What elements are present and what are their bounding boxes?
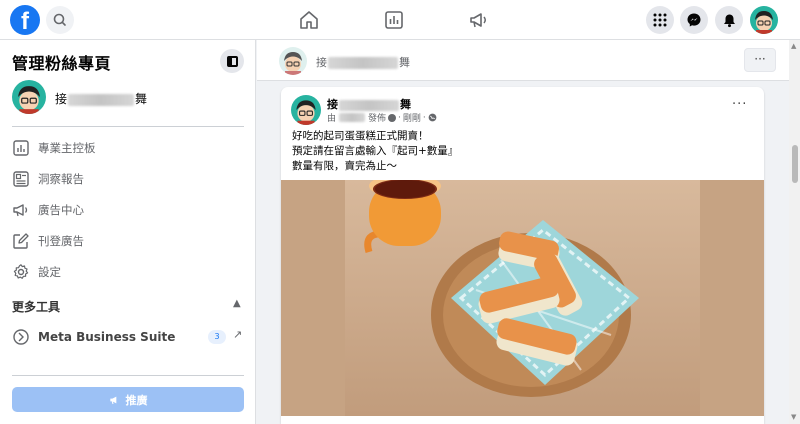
scrollbar-thumb[interactable]: [792, 145, 798, 183]
sidebar-item-meta-business-suite[interactable]: Meta Business Suite: [12, 327, 175, 347]
insights-icon: [13, 171, 29, 187]
sidebar-item-label: 廣告中心: [38, 203, 84, 217]
post-meta: 由 發佈 · 剛剛 ·: [327, 111, 437, 124]
post-text-line: 數量有限，賣完為止～: [292, 160, 397, 172]
home-icon[interactable]: [298, 9, 320, 31]
post-text-line: 預定請在留言處輸入『起司+數量』: [292, 145, 459, 157]
redacted-name: [339, 99, 399, 111]
cartoon-avatar-icon: [296, 100, 316, 125]
dashboard-icon: [13, 140, 29, 156]
sidebar-item-insights[interactable]: 洞察報告: [12, 169, 84, 189]
composer-more-button[interactable]: ···: [744, 48, 776, 72]
facebook-logo[interactable]: f: [10, 5, 40, 35]
sidebar-item-label: 專業主控板: [38, 141, 96, 155]
scroll-up-arrow-icon[interactable]: ▲: [791, 42, 796, 50]
post-author-avatar[interactable]: [291, 95, 321, 125]
megaphone-icon: [13, 204, 28, 217]
post-author-name[interactable]: 接舞: [327, 96, 411, 112]
sidebar-item-label: 刊登廣告: [38, 234, 84, 248]
post-options-button[interactable]: ···: [732, 97, 747, 112]
collapse-chevron-icon[interactable]: ▲: [233, 298, 241, 309]
promote-label: 推廣: [125, 393, 148, 407]
scroll-down-arrow-icon[interactable]: ▼: [791, 413, 796, 421]
name-prefix: 接: [316, 56, 327, 69]
sidebar-item-ad-center[interactable]: 廣告中心: [12, 200, 84, 220]
cartoon-avatar-icon: [755, 11, 773, 34]
manage-page-sidebar: 管理粉絲專頁 接舞 專業主控板 洞察報告 廣告中心 刊登廣告 設定 更多工具 ▲…: [0, 40, 256, 424]
collapse-sidebar-button[interactable]: [220, 49, 244, 73]
grid-menu-icon: [653, 13, 667, 27]
gear-icon: [13, 264, 29, 279]
cartoon-avatar-icon: [284, 52, 302, 75]
meta-separator: ·: [422, 112, 426, 123]
notifications-button[interactable]: [715, 6, 743, 34]
top-navigation-bar: f: [0, 0, 800, 40]
menu-button[interactable]: [646, 6, 674, 34]
post-photo[interactable]: [281, 180, 764, 416]
notification-count-badge: 3: [208, 330, 226, 344]
logo-letter: f: [21, 8, 29, 35]
sidebar-item-label: 洞察報告: [38, 172, 84, 186]
name-suffix: 舞: [400, 98, 411, 111]
meta-by: 由: [327, 114, 337, 124]
sidebar-item-settings[interactable]: 設定: [12, 262, 61, 282]
more-tools-heading: 更多工具: [12, 300, 61, 314]
external-link-icon[interactable]: ↗: [233, 328, 242, 341]
feed-post: 接舞 由 發佈 · 剛剛 · ··· 好吃的起司蛋蛋糕正式開賣！ 預定請在留言處…: [281, 87, 764, 424]
messenger-icon: [687, 13, 701, 27]
cartoon-avatar-icon: [18, 86, 40, 114]
redacted-publisher: [339, 113, 366, 122]
post-body: 好吃的起司蛋蛋糕正式開賣！ 預定請在留言處輸入『起司+數量』 數量有限，賣完為止…: [292, 129, 458, 174]
post-timestamp[interactable]: 剛剛: [403, 111, 421, 124]
promote-button[interactable]: 推廣: [12, 387, 244, 412]
sidebar-toggle-icon: [226, 55, 238, 67]
name-prefix: 接: [327, 98, 338, 111]
divider: [12, 375, 244, 376]
sidebar-title: 管理粉絲專頁: [12, 54, 112, 73]
tool-label: Meta Business Suite: [38, 330, 176, 344]
account-avatar[interactable]: [750, 6, 778, 34]
sidebar-item-professional-dashboard[interactable]: 專業主控板: [12, 138, 96, 158]
megaphone-icon: [109, 396, 116, 404]
post-text-line: 好吃的起司蛋蛋糕正式開賣！: [292, 130, 429, 142]
meta-separator: ·: [398, 112, 401, 123]
meta-published: 發佈: [368, 114, 387, 124]
composer-page-name[interactable]: 接舞: [316, 54, 410, 70]
messenger-button[interactable]: [680, 6, 708, 34]
page-name-prefix: 接: [55, 92, 68, 106]
globe-icon: [428, 113, 437, 122]
page-scrollbar[interactable]: [789, 40, 800, 424]
bell-icon: [723, 14, 735, 27]
search-icon: [53, 13, 66, 26]
post-composer: 接舞 ···: [257, 40, 789, 81]
name-suffix: 舞: [399, 56, 410, 69]
sidebar-item-create-ad[interactable]: 刊登廣告: [12, 231, 84, 251]
redacted-name: [68, 93, 135, 106]
cheesecake-photo-image: [281, 180, 764, 416]
composer-avatar[interactable]: [279, 47, 307, 75]
divider: [12, 126, 244, 127]
edit-icon: [13, 233, 29, 249]
page-name-suffix: 舞: [135, 92, 148, 106]
ads-megaphone-icon[interactable]: [468, 9, 490, 31]
meta-business-suite-icon: [13, 329, 29, 345]
search-button[interactable]: [46, 6, 74, 34]
sidebar-item-label: 設定: [38, 265, 61, 279]
redacted-name: [328, 57, 398, 69]
page-name[interactable]: 接舞: [55, 90, 147, 107]
page-avatar[interactable]: [12, 80, 46, 114]
info-icon[interactable]: [388, 113, 397, 122]
dashboard-nav-icon[interactable]: [383, 9, 405, 31]
